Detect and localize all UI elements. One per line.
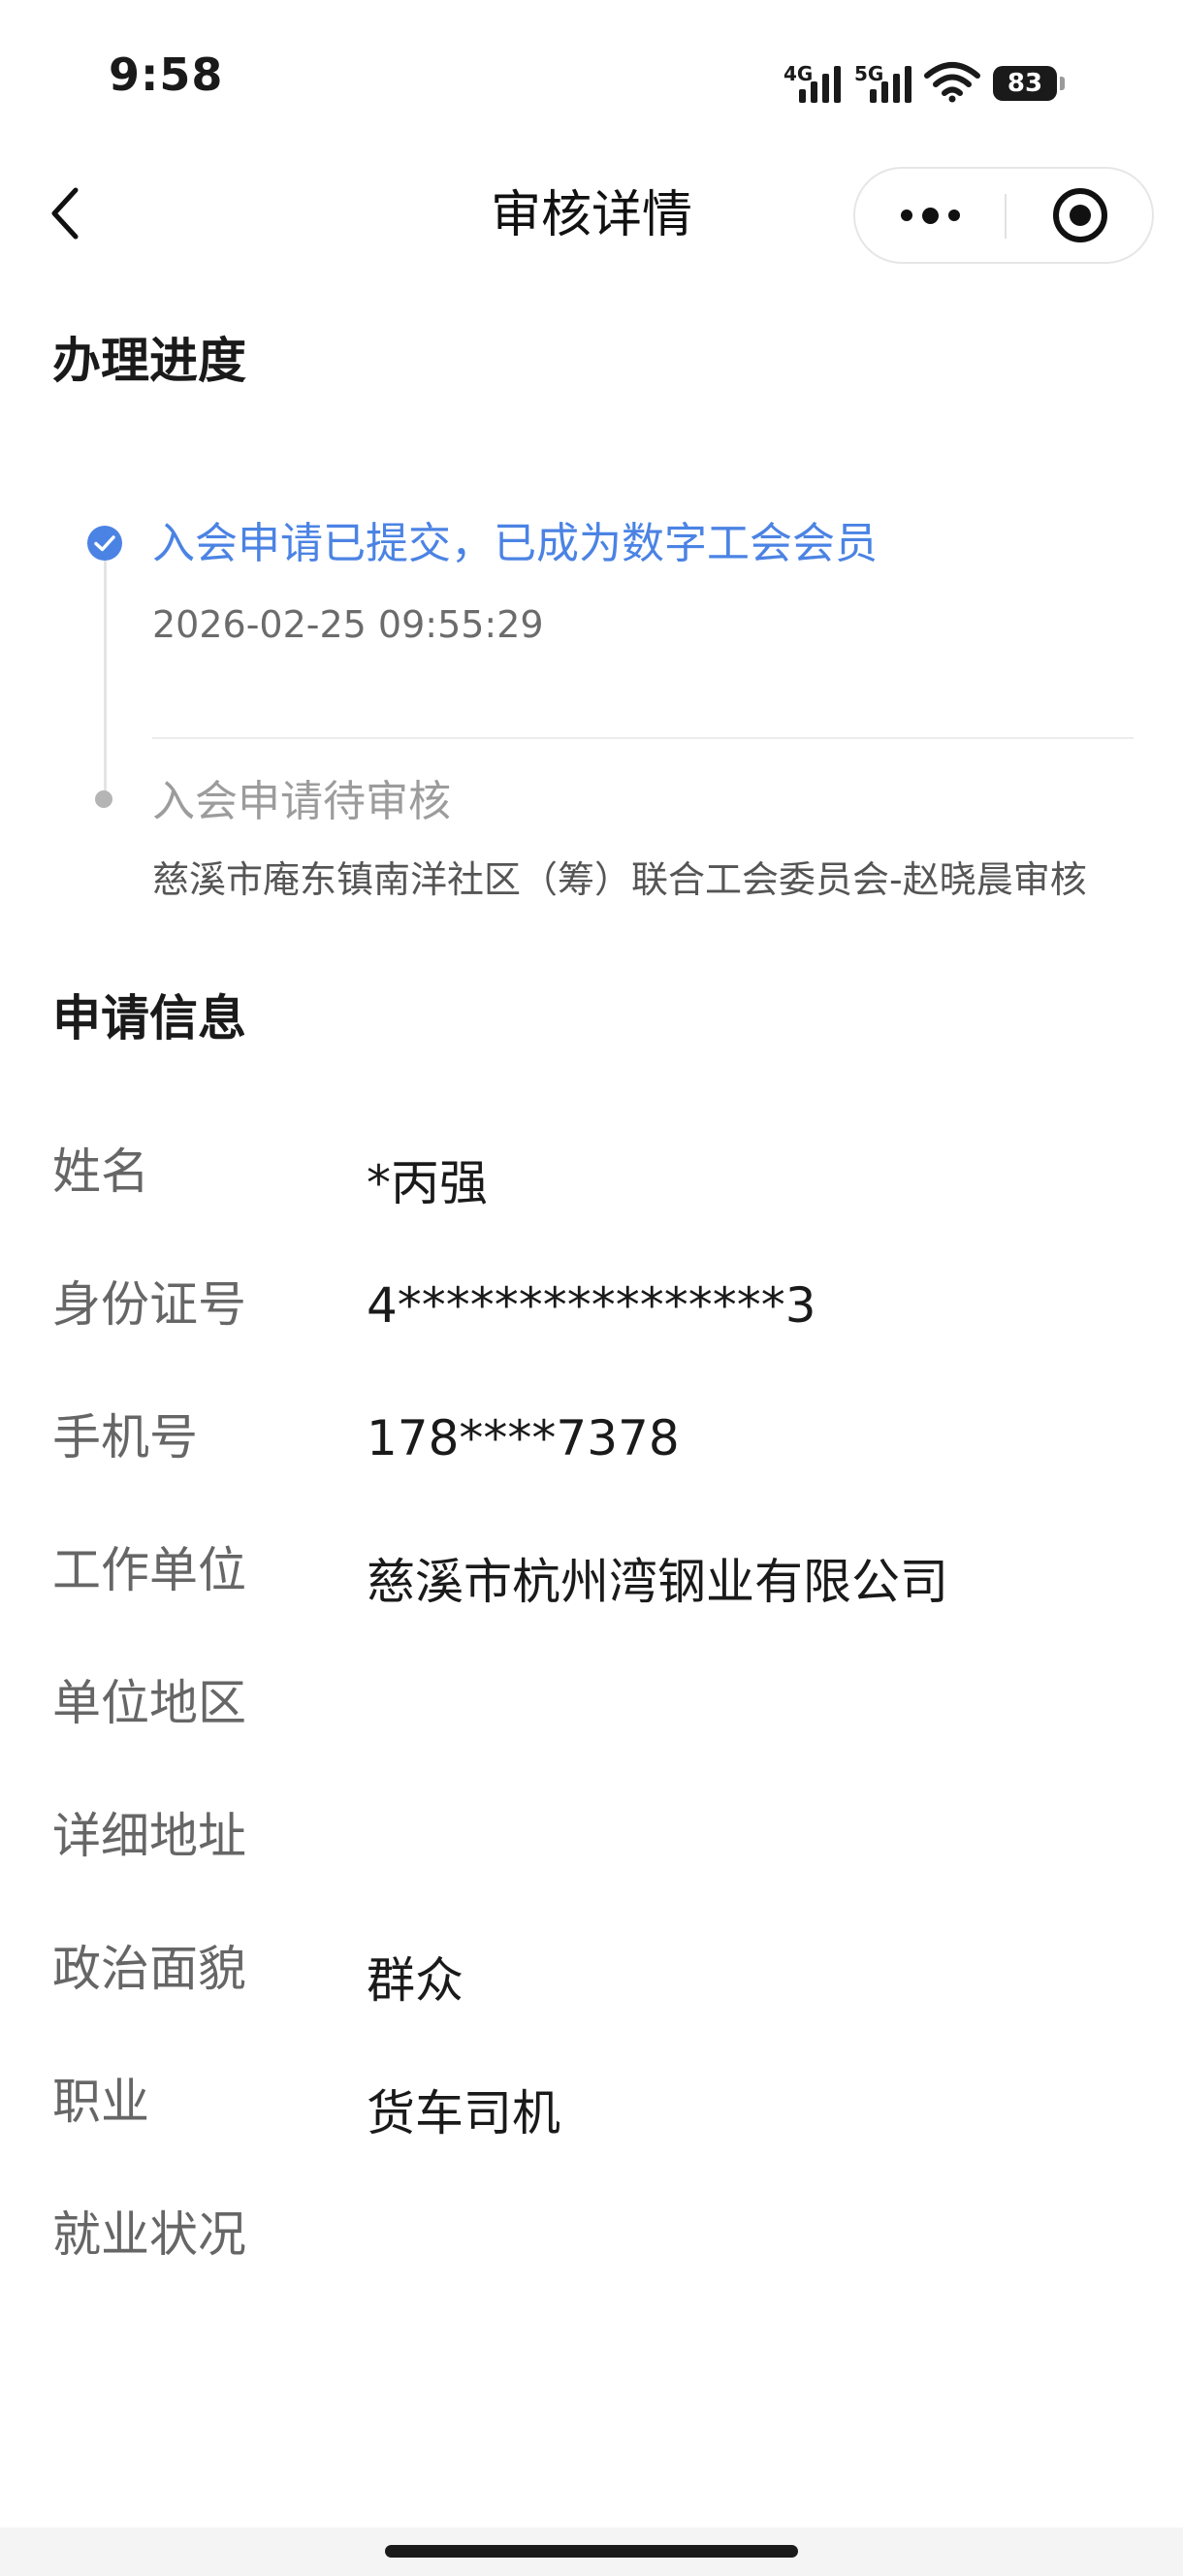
target-circle-icon	[1053, 188, 1107, 242]
check-circle-icon	[87, 526, 122, 561]
info-label-name: 姓名	[52, 1143, 149, 1200]
mini-program-capsule	[853, 167, 1154, 264]
info-label-political-status: 政治面貌	[52, 1941, 246, 1997]
progress-section-title: 办理进度	[52, 333, 246, 389]
info-section-title: 申请信息	[52, 990, 246, 1046]
signal-icon-2: 5G	[852, 62, 911, 103]
info-label-address: 详细地址	[52, 1808, 246, 1864]
more-dots-icon[interactable]	[855, 169, 1005, 262]
close-target-icon[interactable]	[1007, 169, 1154, 262]
wifi-icon	[924, 62, 980, 103]
info-value-id-number: 4****************3	[367, 1277, 816, 1334]
info-label-occupation: 职业	[52, 2074, 149, 2130]
network-type-label: 4G	[783, 62, 814, 85]
battery-icon: 83	[993, 66, 1065, 101]
pending-dot-icon	[95, 790, 112, 808]
status-icons: 4G 5G 83	[782, 52, 1065, 103]
info-value-phone: 178****7378	[367, 1410, 680, 1466]
network-type-label-2: 5G	[854, 62, 884, 85]
battery-level: 83	[1007, 69, 1043, 98]
info-value-employer: 慈溪市杭州湾钢业有限公司	[367, 1554, 948, 1610]
timeline-step-time: 2026-02-25 09:55:29	[152, 603, 544, 646]
info-label-employment-status: 就业状况	[52, 2206, 246, 2263]
timeline-step-pending: 入会申请待审核	[152, 777, 451, 826]
info-label-phone: 手机号	[52, 1409, 198, 1465]
home-indicator[interactable]	[385, 2545, 798, 2558]
info-label-employer: 工作单位	[52, 1542, 246, 1598]
info-value-political-status: 群众	[367, 1952, 464, 2009]
info-value-name: *丙强	[367, 1155, 488, 1211]
timeline-step-description: 慈溪市庵东镇南洋社区（筹）联合工会委员会-赵晓晨审核	[152, 858, 1087, 901]
timeline-divider	[152, 737, 1134, 739]
info-label-id-number: 身份证号	[52, 1276, 246, 1333]
timeline-step-submitted: 入会申请已提交，已成为数字工会会员	[152, 519, 878, 568]
back-chevron-icon[interactable]	[43, 184, 91, 242]
timeline-line	[104, 543, 107, 797]
info-label-employer-region: 单位地区	[52, 1675, 246, 1731]
signal-icon: 4G	[782, 62, 841, 103]
info-value-occupation: 货车司机	[367, 2085, 560, 2141]
status-time: 9:58	[109, 48, 224, 101]
